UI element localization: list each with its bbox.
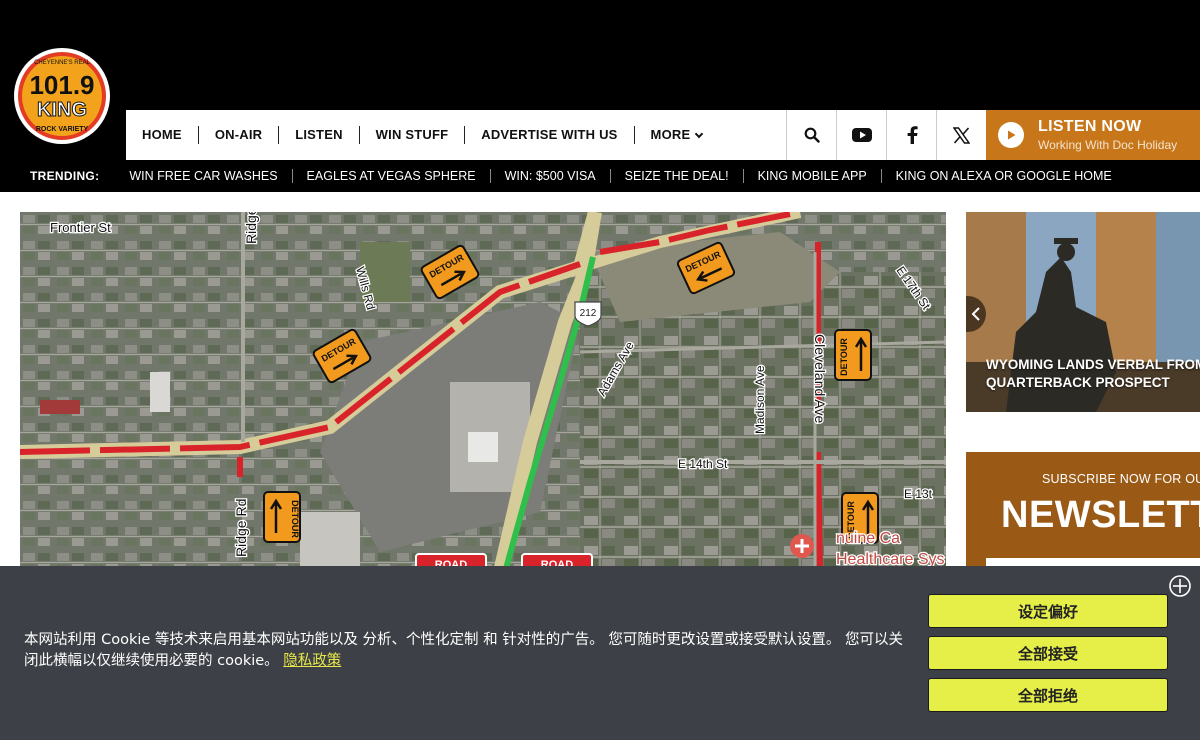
svg-text:nuine Ca: nuine Ca xyxy=(836,530,900,547)
x-twitter-button[interactable] xyxy=(936,110,986,160)
svg-text:Madison Ave: Madison Ave xyxy=(753,365,767,434)
newsletter-subtitle: SUBSCRIBE NOW FOR OUR xyxy=(1042,472,1200,486)
svg-text:KING: KING xyxy=(37,99,87,121)
article-hero-image: Frontier St Ridge Ridge Rd Wills Rd Adam… xyxy=(20,212,946,572)
nav-listen[interactable]: LISTEN xyxy=(279,126,360,144)
listen-now-button[interactable]: LISTEN NOW Working With Doc Holiday xyxy=(986,110,1200,160)
svg-text:Ridge: Ridge xyxy=(243,212,259,244)
svg-text:CHEYENNE'S REAL: CHEYENNE'S REAL xyxy=(34,60,90,66)
trending-link[interactable]: EAGLES AT VEGAS SPHERE xyxy=(293,169,491,183)
close-icon[interactable] xyxy=(1168,574,1192,598)
search-icon xyxy=(804,127,820,143)
nav-more-label: MORE xyxy=(650,127,691,142)
main-navigation: HOME ON-AIR LISTEN WIN STUFF ADVERTISE W… xyxy=(126,110,1200,160)
nav-on-air[interactable]: ON-AIR xyxy=(199,126,280,144)
now-playing-show: Working With Doc Holiday xyxy=(1038,138,1178,152)
listen-now-title: LISTEN NOW xyxy=(1038,118,1142,135)
youtube-button[interactable] xyxy=(836,110,886,160)
trending-link[interactable]: WIN: $500 VISA xyxy=(491,169,611,183)
cookie-accept-all-button[interactable]: 全部接受 xyxy=(928,636,1168,670)
youtube-icon xyxy=(851,128,872,142)
search-button[interactable] xyxy=(786,110,836,160)
nav-advertise[interactable]: ADVERTISE WITH US xyxy=(465,126,635,144)
svg-text:DETOUR: DETOUR xyxy=(839,338,849,376)
privacy-policy-link[interactable]: 隐私政策 xyxy=(283,653,341,669)
story-carousel-card[interactable]: WYOMING LANDS VERBAL FROM 3- QUARTERBACK… xyxy=(966,212,1200,412)
svg-text:E 13t: E 13t xyxy=(904,487,933,501)
svg-text:101.9: 101.9 xyxy=(29,70,94,100)
trending-link[interactable]: KING MOBILE APP xyxy=(744,169,882,183)
chevron-down-icon xyxy=(695,129,704,138)
play-icon xyxy=(998,122,1024,148)
svg-text:212: 212 xyxy=(580,308,597,319)
trending-label: TRENDING: xyxy=(30,169,100,183)
station-logo[interactable]: 101.9 KING CHEYENNE'S REAL ROCK VARIETY xyxy=(12,46,112,146)
trending-link[interactable]: KING ON ALEXA OR GOOGLE HOME xyxy=(882,169,1126,183)
newsletter-title: NEWSLETTE xyxy=(1001,494,1200,536)
nav-more[interactable]: MORE xyxy=(635,126,719,144)
svg-text:Ridge Rd: Ridge Rd xyxy=(233,499,249,557)
page: 101.9 KING CHEYENNE'S REAL ROCK VARIETY … xyxy=(0,0,1200,740)
cookie-consent-banner: 本网站利用 Cookie 等技术来启用基本网站功能以及 分析、个性化定制 和 针… xyxy=(0,566,1200,740)
facebook-button[interactable] xyxy=(886,110,936,160)
facebook-icon xyxy=(907,126,918,144)
svg-text:E 14th St: E 14th St xyxy=(678,457,728,471)
newsletter-signup: SUBSCRIBE NOW FOR OUR NEWSLETTE xyxy=(966,452,1200,582)
cookie-message: 本网站利用 Cookie 等技术来启用基本网站功能以及 分析、个性化定制 和 针… xyxy=(24,632,903,669)
cookie-reject-all-button[interactable]: 全部拒绝 xyxy=(928,678,1168,712)
nav-win-stuff[interactable]: WIN STUFF xyxy=(360,126,466,144)
svg-text:Frontier St: Frontier St xyxy=(50,220,111,235)
x-twitter-icon xyxy=(953,126,970,144)
detour-map: Frontier St Ridge Ridge Rd Wills Rd Adam… xyxy=(20,212,946,572)
trending-link[interactable]: SEIZE THE DEAL! xyxy=(611,169,744,183)
svg-text:Cleveland Ave: Cleveland Ave xyxy=(812,334,828,423)
story-headline[interactable]: WYOMING LANDS VERBAL FROM 3- QUARTERBACK… xyxy=(986,356,1200,392)
site-header: 101.9 KING CHEYENNE'S REAL ROCK VARIETY … xyxy=(0,0,1200,192)
trending-link[interactable]: WIN FREE CAR WASHES xyxy=(115,169,293,183)
chevron-left-icon xyxy=(971,307,980,321)
svg-text:ROCK VARIETY: ROCK VARIETY xyxy=(36,126,89,133)
cookie-preferences-button[interactable]: 设定偏好 xyxy=(928,594,1168,628)
svg-text:DETOUR: DETOUR xyxy=(290,500,300,538)
trending-bar: TRENDING: WIN FREE CAR WASHES EAGLES AT … xyxy=(0,160,1200,192)
nav-home[interactable]: HOME xyxy=(126,126,199,144)
